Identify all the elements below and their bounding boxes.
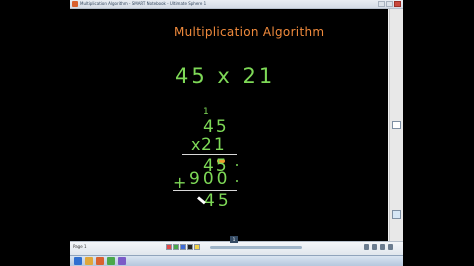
undo-icon[interactable] xyxy=(364,244,369,250)
blue-pen-tool[interactable] xyxy=(180,244,186,250)
app-taskbar-icon[interactable] xyxy=(107,257,115,265)
page-badge[interactable]: 1 xyxy=(230,236,238,243)
maximize-icon[interactable] xyxy=(386,1,393,7)
smart-notebook-icon xyxy=(72,1,78,7)
whiteboard-canvas[interactable]: Multiplication Algorithm 45 x 21 1 45 x … xyxy=(70,9,388,241)
start-icon[interactable] xyxy=(74,257,82,265)
folder-icon[interactable] xyxy=(85,257,93,265)
ink-dot xyxy=(236,164,238,166)
result-number: 45 xyxy=(204,191,232,211)
black-pen-tool[interactable] xyxy=(187,244,193,250)
redo-icon[interactable] xyxy=(372,244,377,250)
ink-dot xyxy=(236,180,238,182)
title-bar[interactable]: Multiplication Algorithm - SMART Noteboo… xyxy=(70,0,403,9)
right-letterbox xyxy=(404,0,474,266)
multiplicand: 45 xyxy=(203,117,229,137)
settings-icon[interactable] xyxy=(388,244,393,250)
close-icon[interactable] xyxy=(394,1,401,7)
highlighter-tool[interactable] xyxy=(194,244,200,250)
green-pen-tool[interactable] xyxy=(173,244,179,250)
multiplier: 21 xyxy=(201,135,227,155)
vertical-scrollbar[interactable] xyxy=(389,9,403,241)
rule-line-1 xyxy=(182,154,237,155)
taskbar xyxy=(70,255,403,266)
red-pen-tool[interactable] xyxy=(166,244,172,250)
notebook-taskbar-icon[interactable] xyxy=(96,257,104,265)
scroll-handle[interactable] xyxy=(392,121,401,129)
window-controls xyxy=(378,1,401,7)
delete-icon[interactable] xyxy=(380,244,385,250)
tool-icons xyxy=(364,244,393,250)
carry-digit: 1 xyxy=(203,107,209,117)
tool-palette xyxy=(166,244,200,250)
minimize-icon[interactable] xyxy=(378,1,385,7)
pin-icon[interactable] xyxy=(392,210,401,219)
window-title: Multiplication Algorithm - SMART Noteboo… xyxy=(80,1,207,6)
bottom-toolbar: 1 Page 1 xyxy=(70,236,403,256)
board-heading: Multiplication Algorithm xyxy=(174,25,325,39)
app-taskbar-icon[interactable] xyxy=(118,257,126,265)
zoom-slider[interactable] xyxy=(210,246,302,249)
left-letterbox xyxy=(0,0,70,266)
times-sign: x xyxy=(191,135,201,154)
page-label: Page 1 xyxy=(73,244,87,249)
partial-product-2: 900 xyxy=(189,169,231,189)
app-window: Multiplication Algorithm - SMART Noteboo… xyxy=(70,0,403,266)
problem-statement: 45 x 21 xyxy=(175,64,276,88)
